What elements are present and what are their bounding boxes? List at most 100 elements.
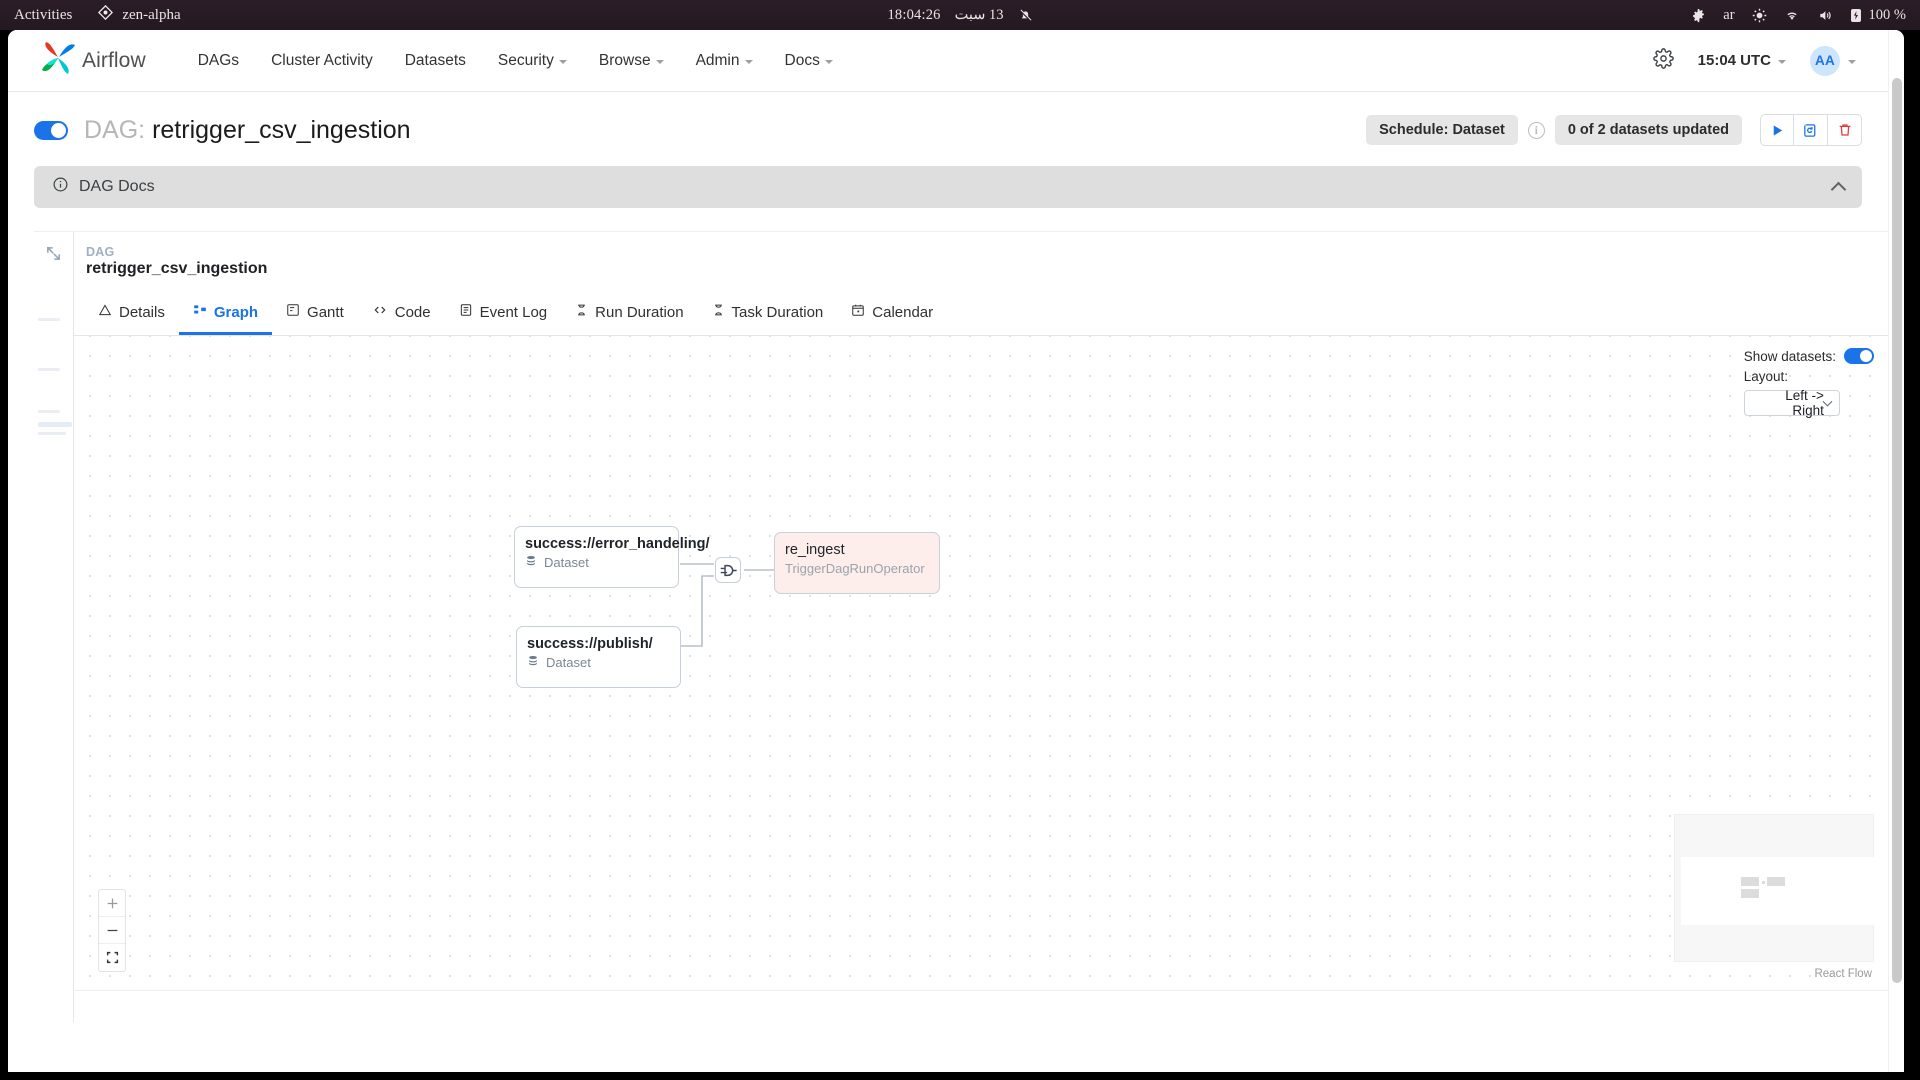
brightness-icon[interactable] [1752,8,1767,23]
chevron-down-icon [655,59,664,64]
zoom-in-button[interactable] [99,890,125,917]
airflow-logo[interactable]: Airflow [38,38,146,83]
tab-code[interactable]: Code [358,293,445,335]
airflow-navbar: Airflow DAGs Cluster Activity Datasets S… [8,30,1888,92]
avatar: AA [1810,45,1840,76]
trigger-dag-button[interactable] [1760,114,1794,146]
nav-item-dags[interactable]: DAGs [182,44,255,78]
os-clock: 18:04:26 [887,6,941,23]
tab-label: Task Duration [731,303,824,321]
node-title: re_ingest [785,542,845,558]
nav-label: DAGs [197,51,240,69]
breadcrumb: DAG retrigger_csv_ingestion [74,232,1888,287]
layout-select[interactable]: Left -> Right [1743,388,1840,418]
chevron-down-icon [824,59,833,64]
tab-gantt[interactable]: Gantt [272,293,358,335]
nav-item-security[interactable]: Security [482,44,583,78]
and-gate-icon[interactable] [715,557,741,583]
minimap-node [1741,877,1759,886]
breadcrumb-dag-name: retrigger_csv_ingestion [86,260,268,277]
tab-label: Details [119,303,165,321]
dag-action-buttons [1760,114,1862,146]
delete-dag-button[interactable] [1828,114,1862,146]
tab-label: Code [394,303,431,321]
notifications-muted-icon[interactable] [1018,8,1033,23]
page-scrollbar-thumb[interactable] [1892,78,1902,983]
fit-view-button[interactable] [99,944,125,971]
dag-content: DAG retrigger_csv_ingestion Details Grap… [34,231,1888,1022]
wifi-icon[interactable] [1784,8,1800,23]
breadcrumb-kicker: DAG [86,245,115,259]
node-subtitle: Dataset [544,555,589,570]
browser-page: Airflow DAGs Cluster Activity Datasets S… [8,30,1904,1072]
dag-docs-label: DAG Docs [79,178,155,195]
os-date: 13 سبت [954,6,1004,23]
dataset-node-publish[interactable]: success://publish/ Dataset [516,626,681,688]
os-clock-area[interactable]: 18:04:26 13 سبت [0,0,1920,30]
os-top-bar: Activities zen-alpha 18:04:26 13 سبت ar [0,0,1920,30]
status-badge-schedule: Schedule: Dataset [1366,115,1518,145]
rail-placeholder-line [38,422,72,427]
code-icon [372,303,388,321]
node-subtitle: Dataset [546,655,591,670]
hourglass-icon [712,303,725,321]
graph-options-panel: Show datasets: Layout: Left -> Right [1743,346,1874,418]
nav-item-docs[interactable]: Docs [769,44,849,78]
tab-label: Calendar [872,303,934,321]
minimap-node [1741,889,1759,898]
settings-icon[interactable] [1691,8,1706,23]
volume-icon[interactable] [1817,8,1833,23]
dataset-icon [525,555,537,570]
zoom-out-button[interactable] [99,917,125,944]
rail-placeholder-line [38,410,60,413]
timezone-selector[interactable]: 15:04 UTC [1698,52,1786,69]
node-subtitle-wrap: Dataset [515,552,678,570]
keyboard-layout-indicator[interactable]: ar [1723,7,1734,24]
dag-title-prefix: DAG: [84,115,146,144]
battery-percent-label: 100 % [1868,6,1906,23]
dataset-node-error-handeling[interactable]: success://error_handeling/ Dataset [514,526,710,588]
show-datasets-toggle[interactable] [1844,348,1874,364]
page-scrollbar[interactable] [1888,30,1904,1072]
dag-title-name: retrigger_csv_ingestion [152,115,411,144]
gantt-icon [286,303,300,321]
activities-button[interactable]: Activities [14,7,72,24]
tab-calendar[interactable]: Calendar [837,293,947,335]
tab-graph[interactable]: Graph [178,293,273,335]
minimap-node [1767,877,1785,886]
tab-task-duration[interactable]: Task Duration [698,293,838,335]
graph-minimap[interactable] [1674,814,1879,962]
dag-docs-accordion[interactable]: DAG Docs [34,166,1862,208]
gear-icon[interactable] [1652,47,1674,74]
info-circle-icon [52,176,69,198]
user-menu[interactable]: AA [1810,45,1856,76]
nav-item-browse[interactable]: Browse [583,44,680,78]
battery-indicator[interactable]: 100 % [1850,7,1906,24]
chevron-down-icon [744,59,753,64]
tab-run-duration[interactable]: Run Duration [561,293,697,335]
dag-graph-canvas[interactable]: Show datasets: Layout: Left -> Right suc… [74,336,1888,991]
nav-item-cluster-activity[interactable]: Cluster Activity [255,44,389,78]
node-subtitle: TriggerDagRunOperator [785,561,925,576]
alert-triangle-icon [98,303,112,321]
os-system-tray[interactable]: ar 100 % [1691,0,1906,30]
nav-item-datasets[interactable]: Datasets [389,44,482,78]
chevron-up-icon[interactable] [1830,181,1847,197]
status-badge-datasets: 0 of 2 datasets updated [1554,115,1742,145]
expand-panel-icon[interactable] [45,245,62,267]
nav-item-admin[interactable]: Admin [680,44,769,78]
minimap-viewport [1681,857,1879,925]
dag-pause-toggle[interactable] [34,120,68,140]
clear-dag-button[interactable] [1794,114,1828,146]
hourglass-icon [575,303,588,321]
active-app-indicator[interactable]: zen-alpha [98,4,181,25]
tab-event-log[interactable]: Event Log [445,293,562,335]
chevron-down-icon [1848,59,1856,64]
tab-details[interactable]: Details [84,293,179,335]
chevron-down-icon [1778,59,1786,64]
tab-label: Event Log [479,303,548,321]
list-icon [459,303,473,321]
task-node-re-ingest[interactable]: re_ingest TriggerDagRunOperator [774,532,940,594]
dataset-icon [527,655,539,670]
info-icon[interactable]: i [1527,121,1545,139]
